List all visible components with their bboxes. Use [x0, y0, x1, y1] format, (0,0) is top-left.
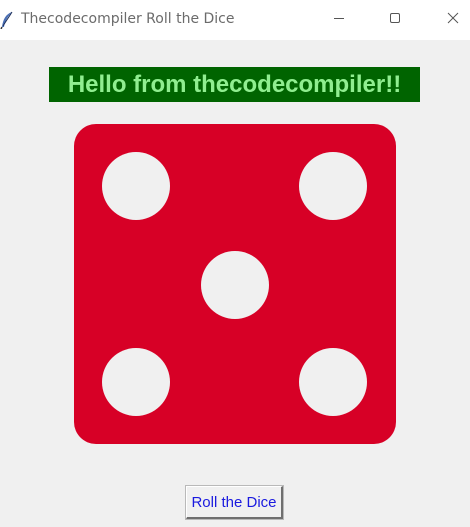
- maximize-icon: [389, 11, 401, 29]
- feather-icon: [0, 11, 14, 30]
- window-title: Thecodecompiler Roll the Dice: [21, 11, 235, 27]
- app-window: Thecodecompiler Roll the Dice Hello from…: [0, 0, 470, 527]
- minimize-icon: [333, 11, 345, 29]
- dice-pip: [102, 348, 170, 416]
- title-bar: Thecodecompiler Roll the Dice: [0, 0, 470, 40]
- close-button[interactable]: [430, 0, 470, 40]
- dice-pip: [102, 152, 170, 220]
- dice-pip: [201, 251, 269, 319]
- greeting-label: Hello from thecodecompiler!!: [49, 67, 420, 102]
- minimize-button[interactable]: [316, 0, 362, 40]
- dice-pip: [299, 152, 367, 220]
- dice-face: [74, 124, 396, 444]
- close-icon: [447, 11, 459, 29]
- maximize-button[interactable]: [372, 0, 418, 40]
- roll-the-dice-button[interactable]: Roll the Dice: [185, 485, 284, 520]
- dice-pip: [299, 348, 367, 416]
- dice-five-icon: [74, 124, 396, 444]
